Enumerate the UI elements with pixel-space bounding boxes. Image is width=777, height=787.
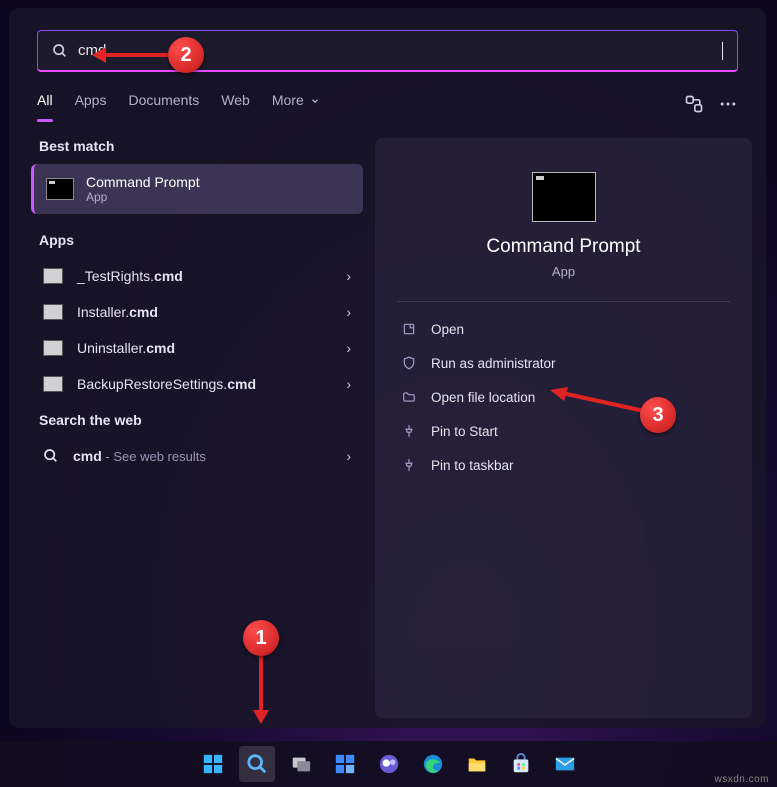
section-apps: Apps [39, 232, 363, 248]
action-pin-taskbar[interactable]: Pin to taskbar [383, 448, 744, 482]
callout-1: 1 [243, 620, 279, 656]
arrow-head-2 [92, 47, 106, 63]
search-panel: All Apps Documents Web More Best match C… [9, 8, 766, 728]
cmd-preview-icon [532, 172, 596, 222]
explorer-button[interactable] [459, 746, 495, 782]
watermark: wsxdn.com [714, 774, 769, 785]
open-icon [401, 321, 417, 337]
results-column: Best match Command Prompt App Apps _Test… [23, 138, 365, 718]
arrow-head-1 [253, 710, 269, 724]
best-match-subtitle: App [86, 190, 200, 204]
app-result-item[interactable]: Uninstaller.cmd › [31, 330, 363, 366]
tab-more[interactable]: More [272, 92, 320, 116]
callout-2: 2 [168, 37, 204, 73]
store-button[interactable] [503, 746, 539, 782]
chevron-right-icon: › [346, 304, 351, 320]
chevron-right-icon: › [346, 376, 351, 392]
cmd-icon [46, 178, 74, 200]
section-best-match: Best match [39, 138, 363, 154]
pin-icon [401, 423, 417, 439]
app-result-item[interactable]: _TestRights.cmd › [31, 258, 363, 294]
section-search-web: Search the web [39, 412, 363, 428]
search-box[interactable] [37, 30, 738, 72]
tab-documents[interactable]: Documents [128, 92, 199, 116]
chevron-right-icon: › [346, 448, 351, 464]
arrow-2 [104, 53, 168, 57]
start-button[interactable] [195, 746, 231, 782]
chevron-down-icon [310, 96, 320, 106]
tab-all[interactable]: All [37, 92, 53, 116]
taskbar-search-button[interactable] [239, 746, 275, 782]
taskbar [0, 741, 777, 787]
chevron-right-icon: › [346, 268, 351, 284]
widgets-button[interactable] [327, 746, 363, 782]
web-result-item[interactable]: cmd - See web results › [31, 438, 363, 474]
filter-tabs: All Apps Documents Web More [37, 92, 738, 116]
mail-button[interactable] [547, 746, 583, 782]
action-open[interactable]: Open [383, 312, 744, 346]
app-result-item[interactable]: Installer.cmd › [31, 294, 363, 330]
tab-apps[interactable]: Apps [75, 92, 107, 116]
shield-icon [401, 355, 417, 371]
arrow-3 [548, 385, 648, 423]
teams-button[interactable] [371, 746, 407, 782]
app-result-item[interactable]: BackupRestoreSettings.cmd › [31, 366, 363, 402]
search-icon [52, 43, 68, 59]
cmd-file-icon [43, 340, 63, 356]
arrow-1 [259, 656, 263, 712]
connector-icon[interactable] [684, 94, 704, 114]
preview-subtitle: App [375, 264, 752, 279]
text-caret [722, 42, 723, 60]
preview-title: Command Prompt [375, 236, 752, 258]
callout-3: 3 [640, 397, 676, 433]
divider [397, 301, 730, 302]
cmd-file-icon [43, 268, 63, 284]
cmd-file-icon [43, 376, 63, 392]
best-match-title: Command Prompt [86, 174, 200, 190]
edge-button[interactable] [415, 746, 451, 782]
cmd-file-icon [43, 304, 63, 320]
chevron-right-icon: › [346, 340, 351, 356]
more-icon[interactable] [718, 94, 738, 114]
tab-web[interactable]: Web [221, 92, 250, 116]
preview-column: Command Prompt App Open Run as administr… [375, 138, 752, 718]
task-view-button[interactable] [283, 746, 319, 782]
action-run-as-admin[interactable]: Run as administrator [383, 346, 744, 380]
best-match-item[interactable]: Command Prompt App [31, 164, 363, 214]
search-icon [43, 448, 59, 464]
folder-icon [401, 389, 417, 405]
pin-icon [401, 457, 417, 473]
